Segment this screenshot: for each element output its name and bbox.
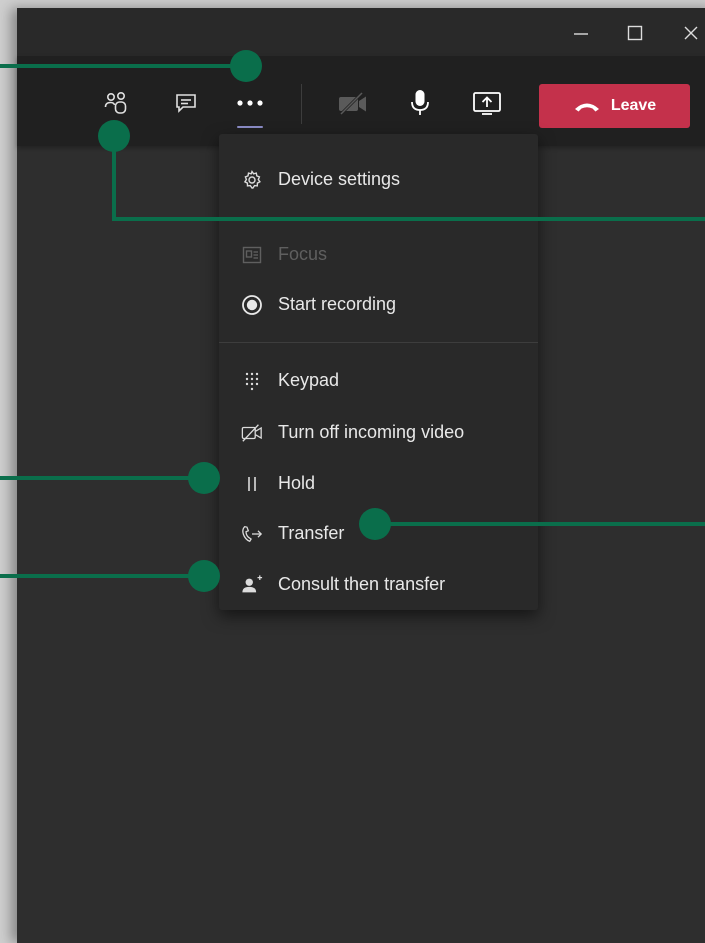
share-screen-icon <box>473 92 501 115</box>
minimize-icon <box>574 33 588 35</box>
menu-item-focus: Focus <box>219 232 538 276</box>
callout-marker <box>230 50 262 82</box>
camera-button[interactable] <box>336 86 370 120</box>
callout-marker <box>188 462 220 494</box>
menu-item-keypad[interactable]: Keypad <box>219 358 538 402</box>
menu-item-label: Turn off incoming video <box>278 422 465 442</box>
callout-marker <box>188 560 220 592</box>
dialpad-icon <box>241 370 263 392</box>
callout-marker <box>359 508 391 540</box>
focus-icon <box>241 244 263 266</box>
maximize-icon <box>627 25 643 41</box>
maximize-button[interactable] <box>621 20 649 46</box>
menu-item-label: Hold <box>278 473 316 493</box>
leave-label: Leave <box>610 97 657 114</box>
menu-item-label: Transfer <box>278 523 345 543</box>
close-window-button[interactable] <box>677 20 705 46</box>
callout-line <box>0 476 204 480</box>
pause-icon <box>241 473 263 495</box>
minimize-button[interactable] <box>567 20 595 46</box>
menu-item-label: Start recording <box>278 294 397 314</box>
share-screen-button[interactable] <box>470 86 504 120</box>
camera-off-icon <box>339 91 366 116</box>
record-icon <box>241 294 263 316</box>
microphone-icon <box>411 90 429 115</box>
menu-item-device-settings[interactable]: Device settings <box>219 157 538 201</box>
menu-item-start-recording[interactable]: Start recording <box>219 282 538 326</box>
callout-line <box>0 64 246 68</box>
callout-line <box>0 574 204 578</box>
menu-item-turn-off-incoming-video[interactable]: Turn off incoming video <box>219 410 538 454</box>
menu-item-label: Focus <box>278 244 328 264</box>
video-off-icon <box>241 422 263 444</box>
menu-item-hold[interactable]: Hold <box>219 461 538 505</box>
menu-item-label: Device settings <box>278 169 401 189</box>
close-icon <box>684 26 698 40</box>
gear-icon <box>241 169 263 191</box>
person-add-icon <box>241 574 263 596</box>
toolbar-divider <box>301 84 302 124</box>
callout-line <box>112 217 705 221</box>
menu-item-consult-then-transfer[interactable]: Consult then transfer <box>219 562 538 606</box>
microphone-button[interactable] <box>403 86 437 120</box>
chat-button[interactable] <box>169 86 203 120</box>
chat-icon <box>176 94 196 113</box>
participants-button[interactable] <box>99 86 133 120</box>
callout-line <box>375 522 705 526</box>
more-actions-button[interactable] <box>233 86 267 128</box>
leave-button[interactable]: Leave <box>539 84 690 128</box>
callout-marker <box>98 120 130 152</box>
people-icon <box>104 91 127 114</box>
more-actions-icon <box>237 100 263 106</box>
menu-item-label: Consult then transfer <box>278 574 446 594</box>
title-bar <box>17 8 705 56</box>
menu-item-label: Keypad <box>278 370 340 390</box>
call-transfer-icon <box>241 523 263 545</box>
hang-up-icon <box>574 103 599 112</box>
menu-divider <box>219 342 538 343</box>
